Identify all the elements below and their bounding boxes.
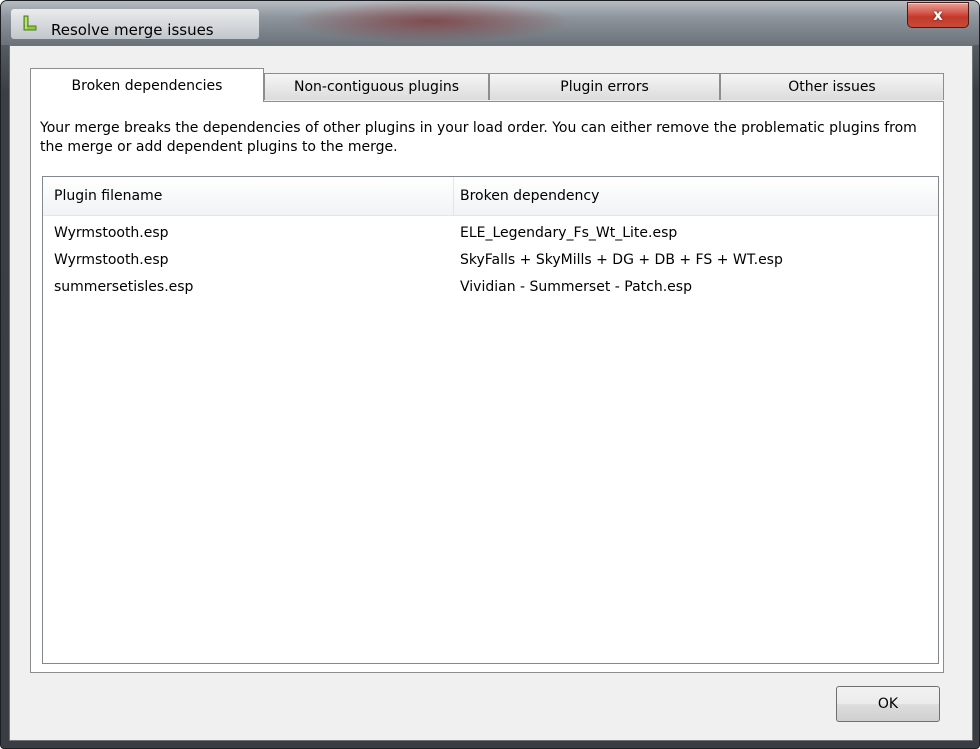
tab-label: Non-contiguous plugins — [293, 79, 459, 95]
close-icon: x — [933, 6, 943, 24]
plugin-filename-cell: summersetisles.esp — [54, 279, 194, 295]
merge-arrow-icon — [21, 15, 39, 33]
tab-label: Plugin errors — [560, 79, 649, 95]
dialog-client-area: Broken dependencies Non-contiguous plugi… — [9, 45, 973, 741]
broken-dependency-cell: ELE_Legendary_Fs_Wt_Lite.esp — [460, 225, 678, 241]
window-title: Resolve merge issues — [51, 21, 214, 39]
broken-dependency-cell: Vividian - Summerset - Patch.esp — [460, 279, 692, 295]
tab-broken-dependencies[interactable]: Broken dependencies — [30, 68, 264, 102]
tab-plugin-errors[interactable]: Plugin errors — [489, 73, 720, 100]
broken-dependency-cell: SkyFalls + SkyMills + DG + DB + FS + WT.… — [460, 252, 783, 268]
table-row[interactable]: summersetisles.esp Vividian - Summerset … — [43, 276, 938, 300]
description-text: Your merge breaks the dependencies of ot… — [40, 120, 917, 155]
plugin-filename-cell: Wyrmstooth.esp — [54, 225, 169, 241]
tab-other-issues[interactable]: Other issues — [720, 73, 944, 100]
ok-button-label: OK — [877, 696, 899, 712]
column-header-plugin-filename[interactable]: Plugin filename — [43, 177, 453, 215]
plugin-filename-cell: Wyrmstooth.esp — [54, 252, 169, 268]
list-header: Plugin filename Broken dependency — [43, 177, 938, 216]
tab-non-contiguous-plugins[interactable]: Non-contiguous plugins — [264, 73, 489, 100]
tab-label: Broken dependencies — [71, 77, 223, 94]
column-header-broken-dependency[interactable]: Broken dependency — [449, 177, 938, 215]
close-button[interactable]: x — [907, 2, 969, 28]
title-bar[interactable]: Resolve merge issues x — [1, 1, 979, 45]
dialog-window: Resolve merge issues x Broken dependenci… — [0, 0, 980, 749]
broken-dependencies-list[interactable]: Plugin filename Broken dependency Wyrmst… — [42, 176, 939, 664]
ok-button[interactable]: OK — [836, 686, 940, 722]
table-row[interactable]: Wyrmstooth.esp SkyFalls + SkyMills + DG … — [43, 249, 938, 273]
table-row[interactable]: Wyrmstooth.esp ELE_Legendary_Fs_Wt_Lite.… — [43, 222, 938, 246]
tab-panel: Your merge breaks the dependencies of ot… — [30, 101, 944, 673]
column-header-label: Plugin filename — [54, 188, 163, 204]
tab-label: Other issues — [788, 79, 876, 95]
column-header-label: Broken dependency — [460, 188, 600, 204]
